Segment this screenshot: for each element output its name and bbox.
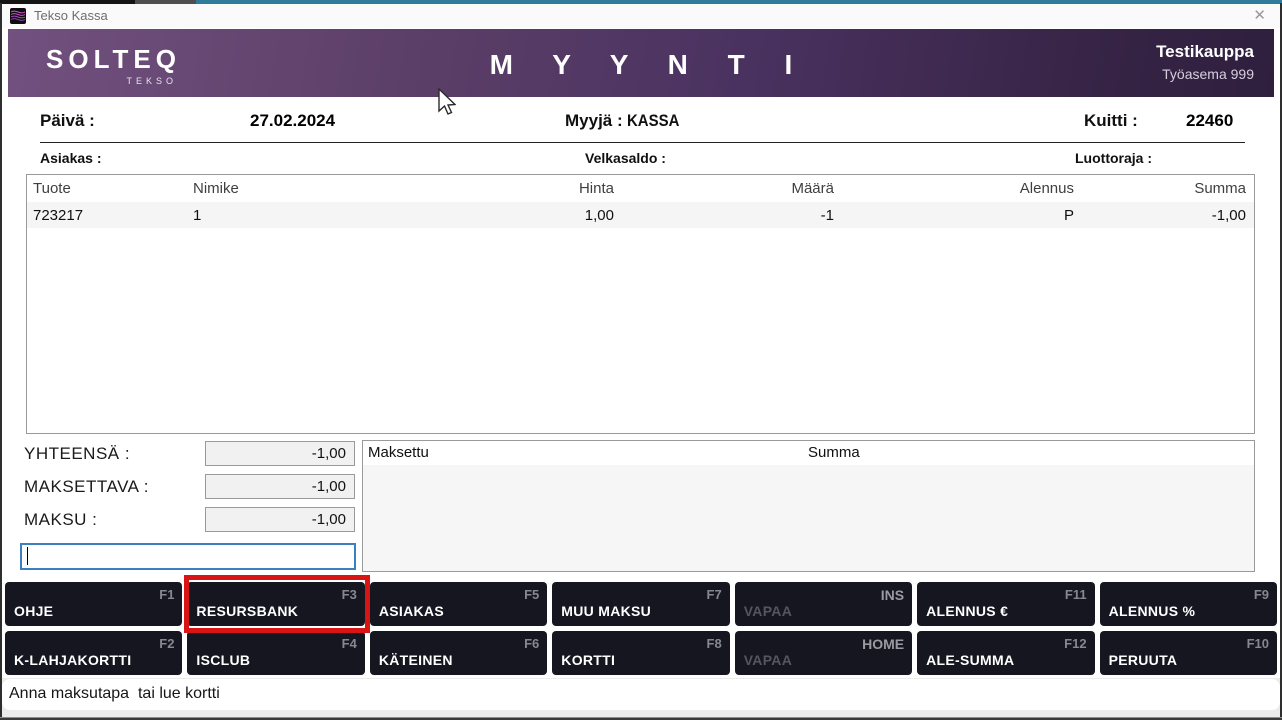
button-ale-summa[interactable]: F12 ALE-SUMMA: [917, 631, 1094, 675]
col-alennus: Alennus: [840, 180, 1080, 197]
button-kateinen[interactable]: F6 KÄTEINEN: [370, 631, 547, 675]
payments-header: Maksettu Summa: [363, 441, 1254, 465]
payment-entry-wrap: [20, 543, 356, 570]
fkey-label: F11: [1065, 587, 1087, 602]
col-summa: Summa: [1080, 180, 1252, 197]
table-row[interactable]: 723217 1 1,00 -1 P -1,00: [27, 202, 1254, 228]
receipt-number: 22460: [1186, 111, 1233, 131]
fkey-label: F4: [342, 636, 357, 651]
items-table-header: Tuote Nimike Hinta Määrä Alennus Summa: [27, 175, 1254, 202]
cell-hinta: 1,00: [455, 207, 620, 224]
total-label: YHTEENSÄ :: [24, 444, 130, 464]
fkey-label: F12: [1064, 636, 1086, 651]
credit-limit-label: Luottoraja :: [1075, 150, 1152, 166]
paid-header: Maksettu: [368, 444, 429, 461]
customer-label: Asiakas :: [40, 150, 101, 166]
button-peruuta[interactable]: F10 PERUUTA: [1100, 631, 1277, 675]
cell-nimike: 1: [187, 207, 455, 224]
titlebar: Tekso Kassa ✕: [2, 4, 1280, 28]
cell-summa: -1,00: [1080, 207, 1252, 224]
status-bar: Anna maksutapa tai lue kortti: [2, 679, 1280, 710]
fkey-label: F3: [342, 587, 357, 602]
button-alennus-euro[interactable]: F11 ALENNUS €: [917, 582, 1094, 626]
payable-value: -1,00: [205, 474, 355, 499]
button-ohje[interactable]: F1 OHJE: [5, 582, 182, 626]
cell-tuote: 723217: [27, 207, 187, 224]
fkey-label: F9: [1254, 587, 1269, 602]
cashier-value: KASSA: [627, 111, 679, 131]
col-nimike: Nimike: [187, 180, 455, 197]
window-title: Tekso Kassa: [34, 8, 108, 23]
text-caret: [27, 547, 28, 565]
app-icon: [10, 8, 26, 24]
payable-label: MAKSETTAVA :: [24, 477, 149, 497]
payments-panel: Maksettu Summa: [362, 440, 1255, 572]
fkey-label: F8: [707, 636, 722, 651]
payment-entry-input[interactable]: [20, 543, 356, 570]
customer-info-row: Asiakas : Velkasaldo : Luottoraja :: [0, 150, 1282, 168]
cashier-field: Myyjä : KASSA: [565, 111, 687, 131]
workstation-label: Työasema 999: [1156, 66, 1254, 82]
fkey-label: HOME: [862, 636, 904, 652]
payments-list: [363, 465, 1254, 571]
cell-alennus: P: [840, 207, 1080, 224]
date-value: 27.02.2024: [250, 111, 335, 131]
receipt-label: Kuitti :: [1084, 111, 1138, 131]
button-vapaa-home: HOME VAPAA: [735, 631, 912, 675]
status-strip: Anna maksutapa tai lue kortti: [2, 678, 1280, 717]
cell-maara: -1: [620, 207, 840, 224]
sum-header: Summa: [808, 444, 860, 461]
pos-window: Tekso Kassa ✕ SOLTEQ TEKSO M Y Y N T I T…: [0, 0, 1282, 720]
fkey-label: F1: [159, 587, 174, 602]
store-name: Testikauppa: [1156, 42, 1254, 62]
fkey-label: INS: [881, 587, 904, 603]
store-info: Testikauppa Työasema 999: [1156, 42, 1254, 82]
cashier-label: Myyjä :: [565, 111, 623, 130]
button-resursbank[interactable]: F3 RESURSBANK: [187, 582, 364, 626]
button-asiakas[interactable]: F5 ASIAKAS: [370, 582, 547, 626]
items-table: Tuote Nimike Hinta Määrä Alennus Summa 7…: [26, 174, 1255, 434]
col-maara: Määrä: [620, 180, 840, 197]
info-divider: [40, 142, 1245, 143]
fkey-label: F2: [159, 636, 174, 651]
fkey-label: F5: [524, 587, 539, 602]
button-vapaa-ins: INS VAPAA: [735, 582, 912, 626]
col-tuote: Tuote: [27, 180, 187, 197]
col-hinta: Hinta: [455, 180, 620, 197]
payment-label: MAKSU :: [24, 510, 97, 530]
total-value: -1,00: [205, 441, 355, 466]
button-kortti[interactable]: F8 KORTTI: [552, 631, 729, 675]
button-alennus-prosentti[interactable]: F9 ALENNUS %: [1100, 582, 1277, 626]
button-k-lahjakortti[interactable]: F2 K-LAHJAKORTTI: [5, 631, 182, 675]
debt-balance-label: Velkasaldo :: [585, 150, 666, 166]
sale-info-row: Päivä : 27.02.2024 Myyjä : KASSA Kuitti …: [0, 111, 1282, 133]
date-label: Päivä :: [40, 111, 95, 131]
fkey-label: F6: [524, 636, 539, 651]
fkey-label: F10: [1247, 636, 1269, 651]
fkey-label: F7: [707, 587, 722, 602]
button-muu-maksu[interactable]: F7 MUU MAKSU: [552, 582, 729, 626]
function-button-grid: F1 OHJE F3 RESURSBANK F5 ASIAKAS F7 MUU …: [5, 582, 1277, 675]
close-icon[interactable]: ✕: [1249, 6, 1270, 24]
status-message: Anna maksutapa tai lue kortti: [9, 685, 220, 703]
app-header: SOLTEQ TEKSO M Y Y N T I Testikauppa Työ…: [8, 29, 1274, 97]
payment-value: -1,00: [205, 507, 355, 532]
page-title: M Y Y N T I: [8, 49, 1274, 81]
button-isclub[interactable]: F4 ISCLUB: [187, 631, 364, 675]
